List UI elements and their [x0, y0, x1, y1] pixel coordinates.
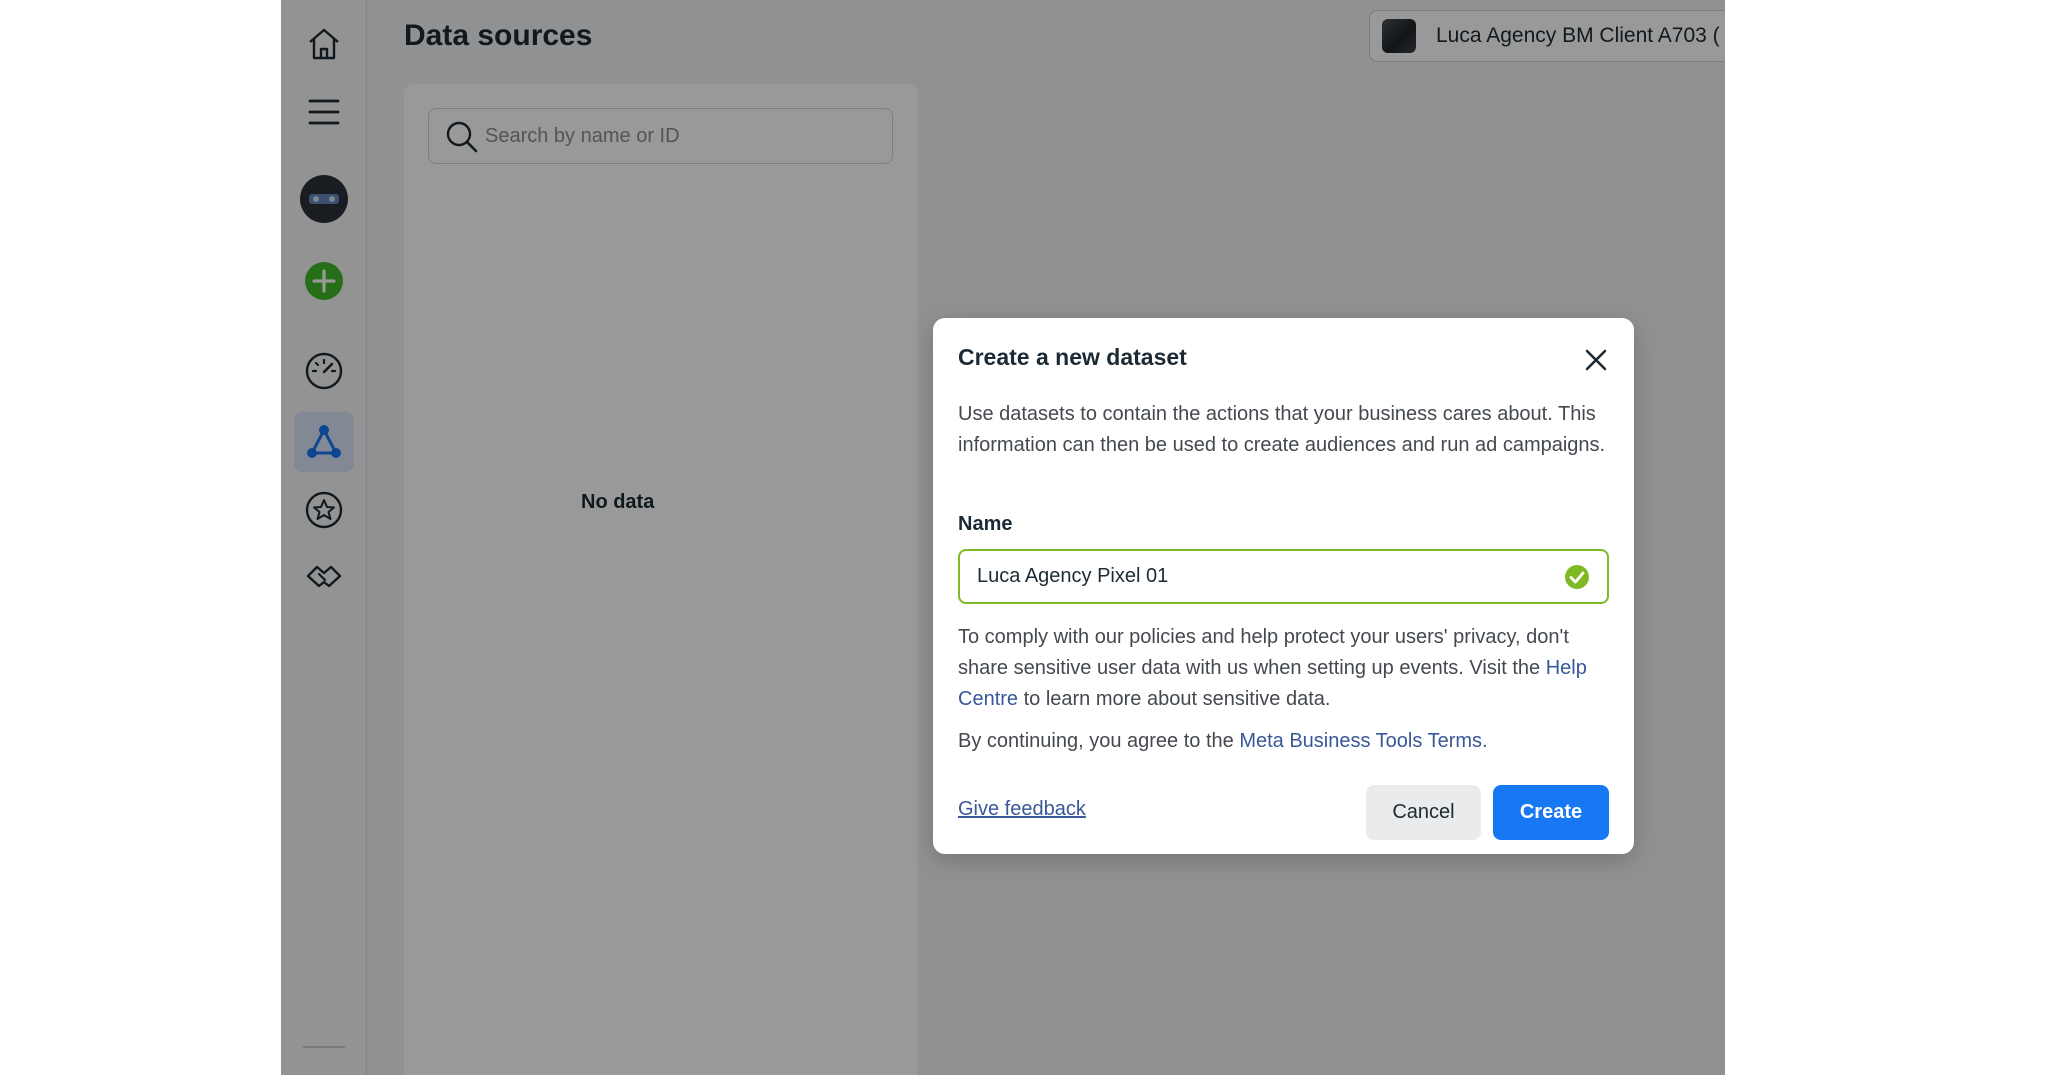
dialog-description: Use datasets to contain the actions that…: [958, 403, 1606, 456]
terms-notice: By continuing, you agree to the Meta Bus…: [958, 726, 1613, 757]
check-circle-icon: [1565, 565, 1589, 589]
create-button[interactable]: Create: [1493, 785, 1609, 840]
create-dataset-dialog: Create a new dataset Use datasets to con…: [933, 318, 1634, 854]
cancel-button[interactable]: Cancel: [1366, 785, 1481, 840]
app-window: Data sources Luca Agency BM Client A703 …: [281, 0, 1725, 1075]
close-icon: [1585, 349, 1607, 371]
give-feedback-link[interactable]: Give feedback: [958, 798, 1086, 821]
name-label: Name: [958, 513, 1013, 535]
privacy-notice: To comply with our policies and help pro…: [958, 622, 1613, 715]
privacy-text-before: To comply with our policies and help pro…: [958, 626, 1569, 679]
close-button[interactable]: [1578, 342, 1614, 378]
dialog-title: Create a new dataset: [958, 344, 1187, 370]
terms-text-before: By continuing, you agree to the: [958, 730, 1240, 752]
name-field[interactable]: [958, 549, 1609, 604]
privacy-text-after: to learn more about sensitive data.: [1018, 688, 1331, 710]
business-tools-terms-link[interactable]: Meta Business Tools Terms.: [1239, 730, 1487, 752]
name-input[interactable]: [977, 551, 1537, 602]
